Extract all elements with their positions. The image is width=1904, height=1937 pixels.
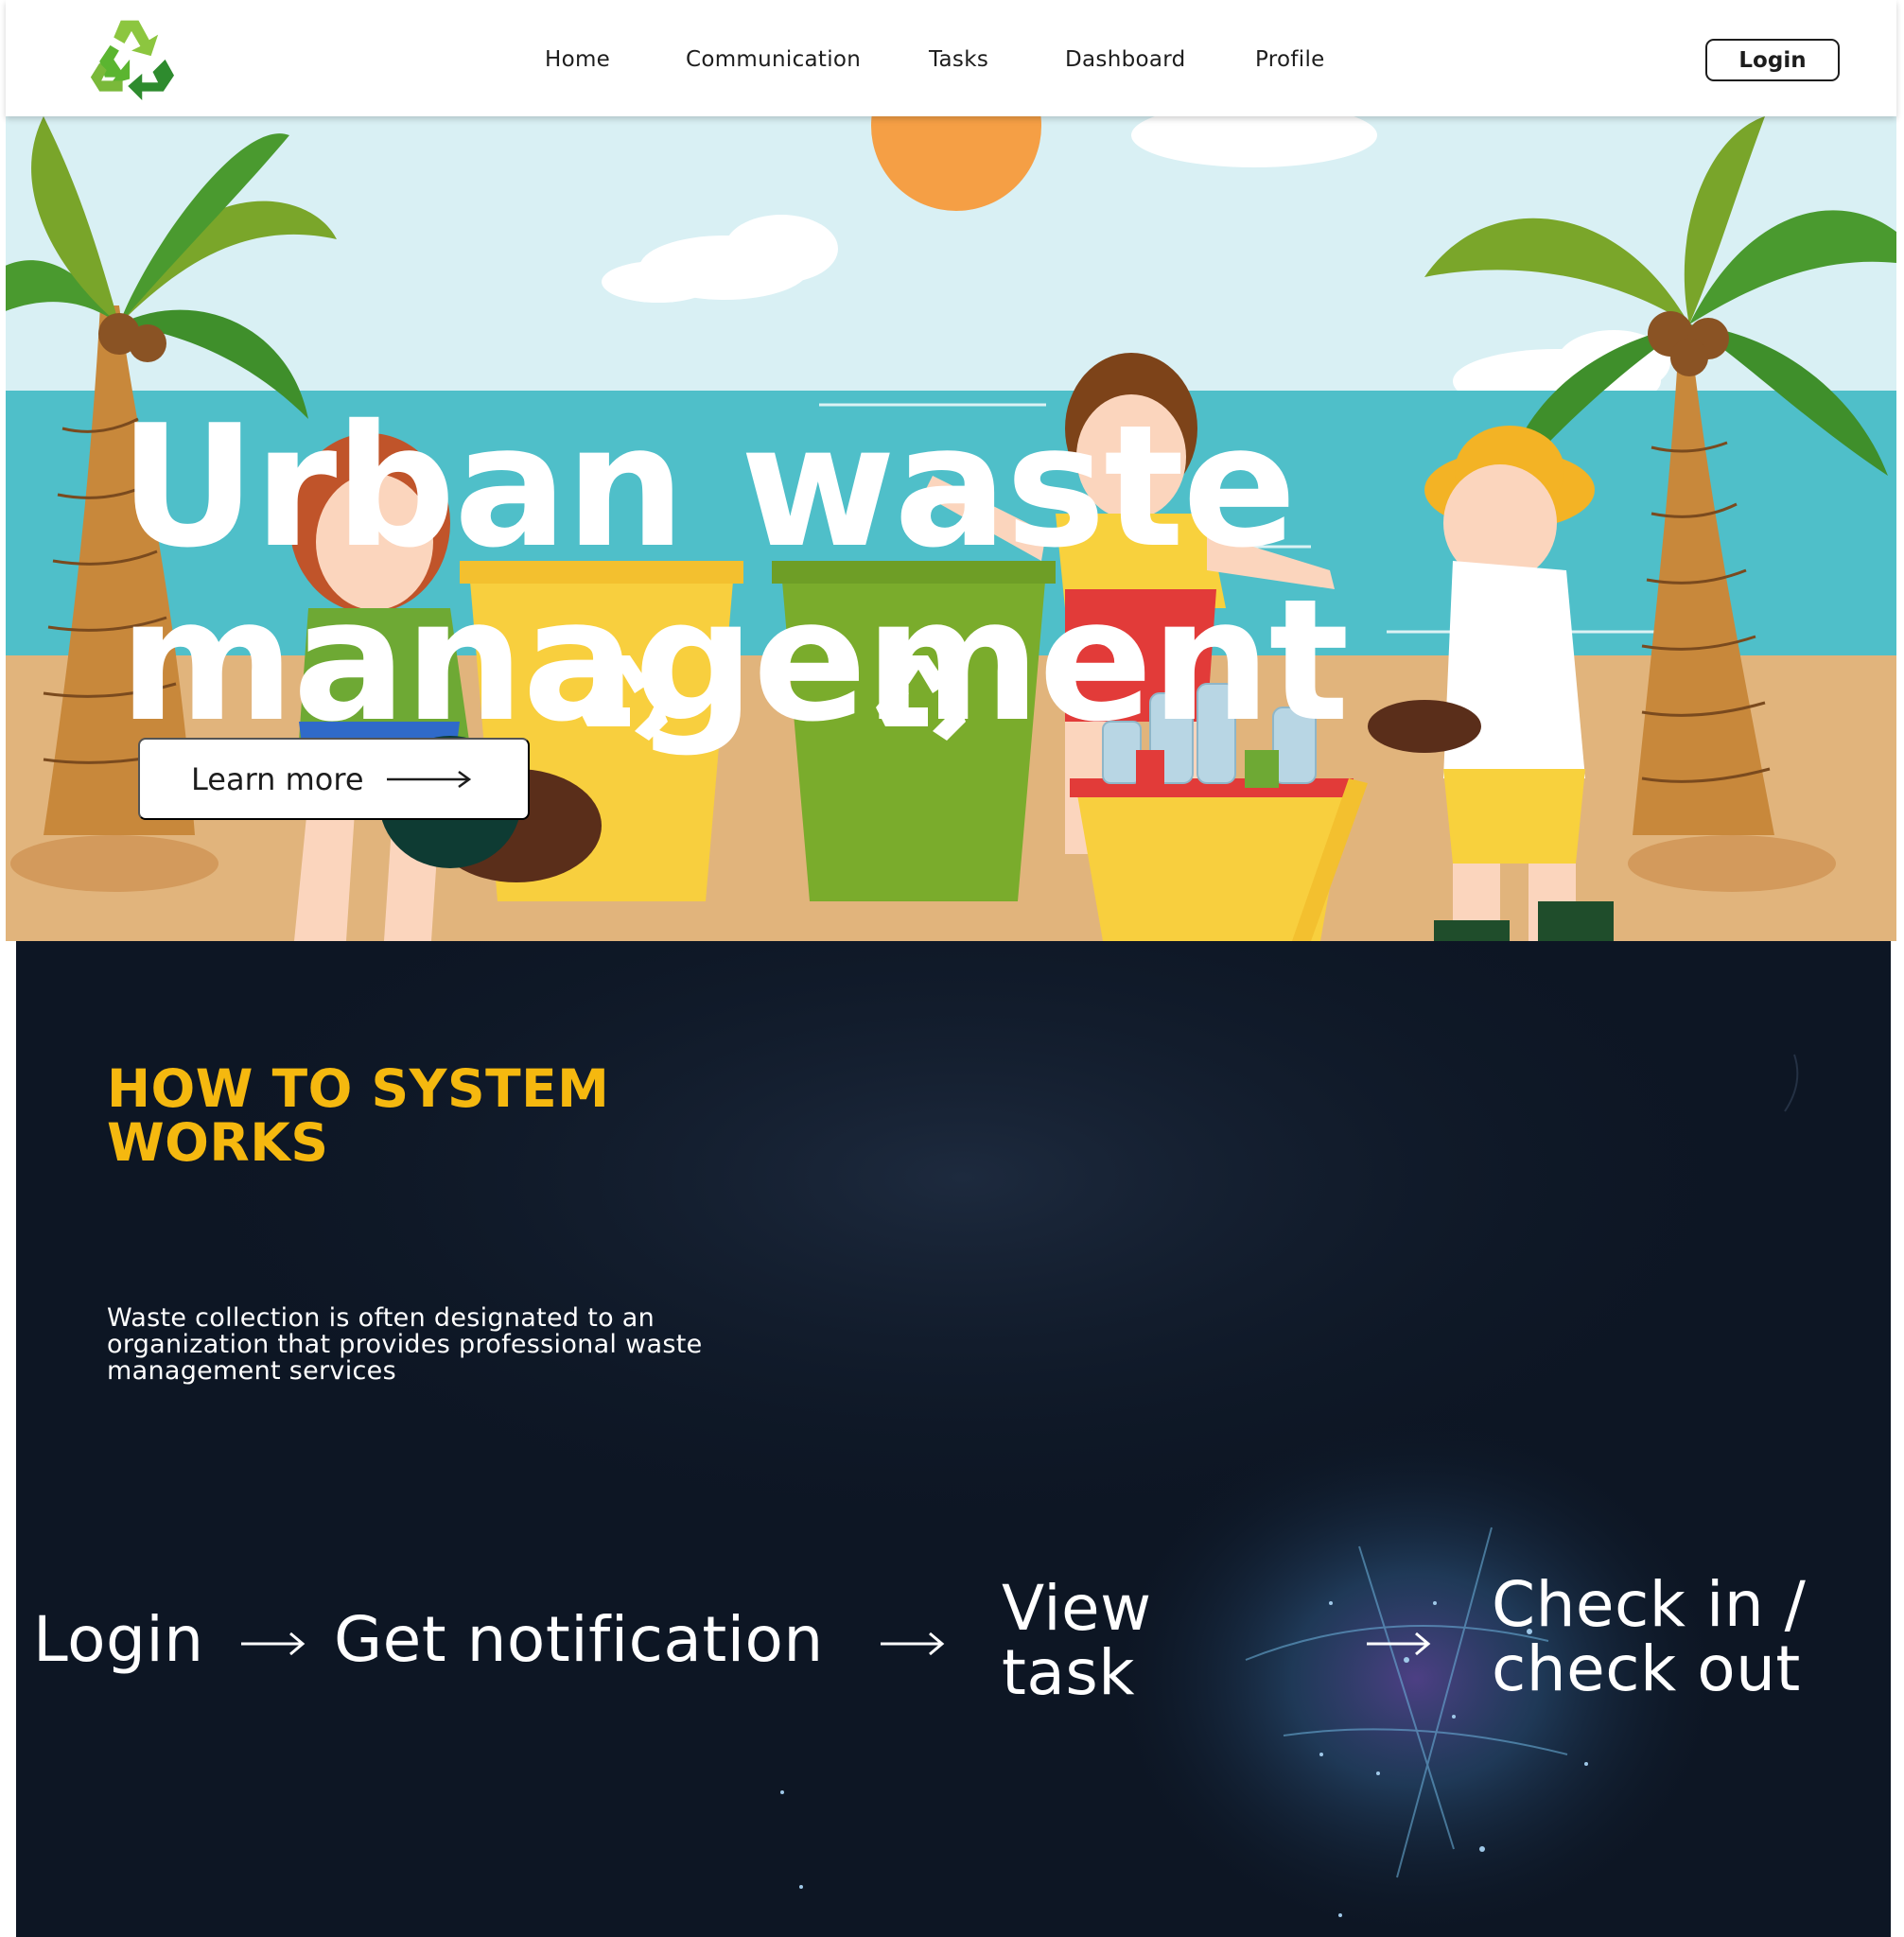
arrow-right-icon xyxy=(241,1632,306,1656)
nav-profile-link[interactable]: Profile xyxy=(1255,47,1325,72)
step-label: Get notification xyxy=(334,1603,824,1676)
step-label: Login xyxy=(33,1603,204,1676)
step-label-line-1: View xyxy=(1002,1572,1152,1645)
hero-title-line-2: management xyxy=(119,563,1350,759)
learn-more-label: Learn more xyxy=(191,760,364,797)
how-it-works-section: HOW TO SYSTEM WORKS Waste collection is … xyxy=(16,941,1891,1937)
nav-tasks-link[interactable]: Tasks xyxy=(929,47,988,72)
background-watermark xyxy=(39,1707,61,1934)
arrow-right-icon xyxy=(1367,1632,1431,1656)
step-label-line-1: Check in / xyxy=(1492,1568,1807,1641)
step-get-notification: Get notification xyxy=(334,1608,824,1672)
arrow-right-icon xyxy=(881,1632,945,1656)
recycle-icon[interactable] xyxy=(87,15,176,100)
how-it-works-description: Waste collection is often designated to … xyxy=(107,1303,703,1386)
step-view-task: View task xyxy=(1002,1577,1152,1705)
nav-dashboard-link[interactable]: Dashboard xyxy=(1065,47,1185,72)
step-check-in-out: Check in / check out xyxy=(1492,1573,1806,1701)
learn-more-button[interactable]: Learn more xyxy=(138,738,530,820)
how-it-works-title: HOW TO SYSTEM WORKS xyxy=(107,1058,610,1173)
step-login: Login xyxy=(33,1608,204,1672)
nav-communication-link[interactable]: Communication xyxy=(686,47,861,72)
hero-section: Urban waste management Learn more xyxy=(6,116,1896,941)
step-label-line-2: task xyxy=(1002,1636,1135,1709)
hero-title: Urban waste management xyxy=(119,400,1350,748)
step-label-line-2: check out xyxy=(1492,1632,1801,1705)
long-arrow-right-icon xyxy=(386,770,471,788)
hero-title-line-1: Urban waste xyxy=(119,389,1297,585)
top-navbar: Home Communication Tasks Dashboard Profi… xyxy=(6,0,1896,116)
nav-home-link[interactable]: Home xyxy=(545,47,610,72)
login-button[interactable]: Login xyxy=(1705,39,1840,81)
